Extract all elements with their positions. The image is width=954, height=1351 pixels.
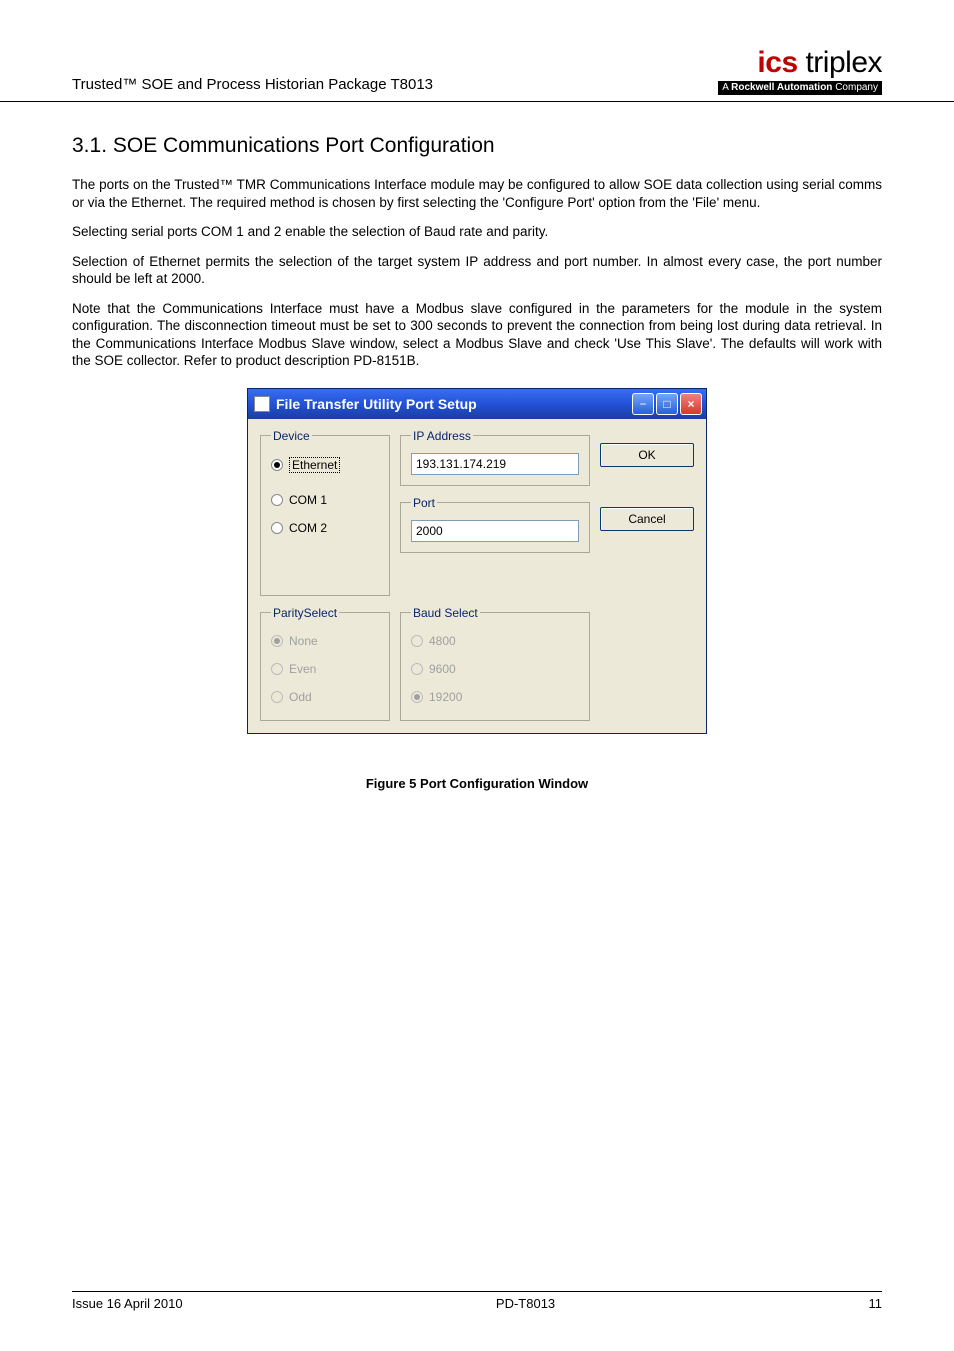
logo-sub-bold: Rockwell Automation [731, 82, 832, 93]
logo-black: triplex [798, 46, 882, 79]
baud-9600-label: 9600 [429, 662, 456, 676]
radio-parity-odd: Odd [271, 690, 379, 704]
parity-legend: ParitySelect [271, 606, 339, 620]
section-heading: 3.1. SOE Communications Port Configurati… [72, 134, 882, 158]
logo-red: ics [757, 46, 797, 79]
baud-legend: Baud Select [411, 606, 480, 620]
port-groupbox: Port [400, 496, 590, 553]
radio-baud-4800: 4800 [411, 634, 579, 648]
parity-odd-label: Odd [289, 690, 312, 704]
paragraph-2: Selecting serial ports COM 1 and 2 enabl… [72, 223, 882, 241]
paragraph-4: Note that the Communications Interface m… [72, 300, 882, 370]
parity-none-label: None [289, 634, 318, 648]
radio-com1[interactable]: COM 1 [271, 493, 379, 507]
radio-icon [411, 663, 423, 675]
com2-label: COM 2 [289, 521, 327, 535]
radio-parity-even: Even [271, 662, 379, 676]
device-groupbox: Device Ethernet COM 1 COM 2 [260, 429, 390, 596]
dialog-title: File Transfer Utility Port Setup [276, 396, 477, 412]
radio-icon [271, 522, 283, 534]
radio-icon [271, 635, 283, 647]
paragraph-1: The ports on the Trusted™ TMR Communicat… [72, 176, 882, 211]
footer-center: PD-T8013 [496, 1296, 555, 1311]
cancel-button[interactable]: Cancel [600, 507, 694, 531]
radio-icon [271, 459, 283, 471]
device-legend: Device [271, 429, 312, 443]
footer: Issue 16 April 2010 PD-T8013 11 [72, 1291, 882, 1311]
radio-parity-none: None [271, 634, 379, 648]
logo: ics triplex A Rockwell Automation Compan… [718, 48, 882, 95]
paragraph-3: Selection of Ethernet permits the select… [72, 253, 882, 288]
close-button[interactable]: × [680, 393, 702, 415]
port-setup-dialog: File Transfer Utility Port Setup − □ × D… [247, 388, 707, 734]
radio-ethernet[interactable]: Ethernet [271, 457, 379, 473]
baud-4800-label: 4800 [429, 634, 456, 648]
ethernet-label: Ethernet [289, 457, 340, 473]
ip-groupbox: IP Address [400, 429, 590, 486]
footer-left: Issue 16 April 2010 [72, 1296, 183, 1311]
footer-right: 11 [868, 1296, 882, 1311]
radio-icon [411, 635, 423, 647]
figure-caption: Figure 5 Port Configuration Window [72, 776, 882, 791]
minimize-button[interactable]: − [632, 393, 654, 415]
ip-input[interactable] [411, 453, 579, 475]
baud-19200-label: 19200 [429, 690, 462, 704]
parity-groupbox: ParitySelect None Even Odd [260, 606, 390, 721]
radio-icon [411, 691, 423, 703]
titlebar[interactable]: File Transfer Utility Port Setup − □ × [248, 389, 706, 419]
com1-label: COM 1 [289, 493, 327, 507]
ok-button[interactable]: OK [600, 443, 694, 467]
radio-com2[interactable]: COM 2 [271, 521, 379, 535]
radio-baud-9600: 9600 [411, 662, 579, 676]
header-title: Trusted™ SOE and Process Historian Packa… [72, 76, 433, 95]
maximize-button[interactable]: □ [656, 393, 678, 415]
logo-sub-prefix: A [722, 82, 731, 93]
app-icon [254, 396, 270, 412]
radio-icon [271, 663, 283, 675]
radio-icon [271, 691, 283, 703]
radio-baud-19200: 19200 [411, 690, 579, 704]
section-title: SOE Communications Port Configuration [113, 134, 495, 157]
ip-legend: IP Address [411, 429, 473, 443]
baud-groupbox: Baud Select 4800 9600 19200 [400, 606, 590, 721]
section-number: 3.1. [72, 134, 107, 157]
radio-icon [271, 494, 283, 506]
parity-even-label: Even [289, 662, 316, 676]
port-input[interactable] [411, 520, 579, 542]
port-legend: Port [411, 496, 437, 510]
logo-sub-suffix: Company [832, 82, 878, 93]
